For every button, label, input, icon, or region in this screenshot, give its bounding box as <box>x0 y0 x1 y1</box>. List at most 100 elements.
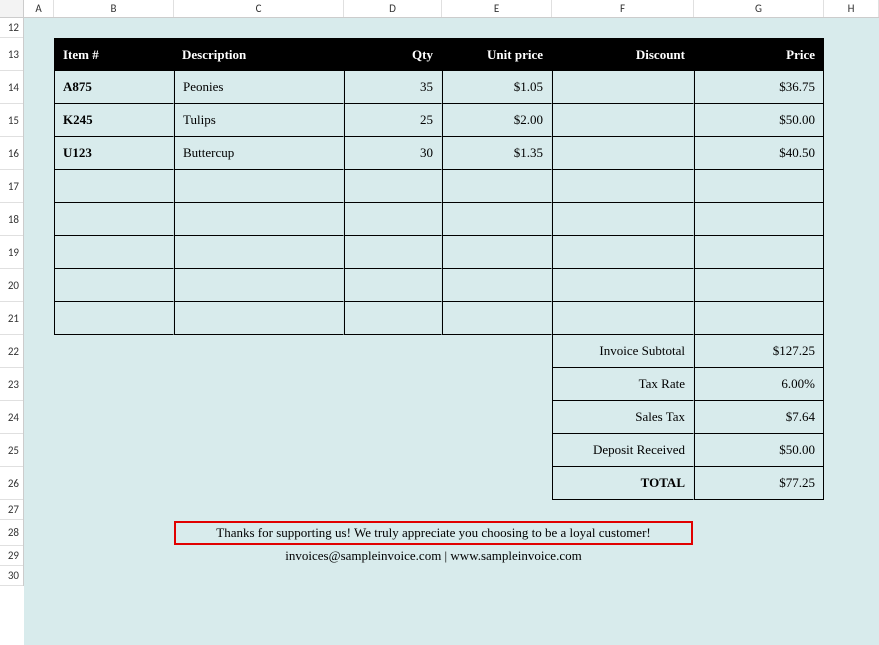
cell[interactable] <box>174 335 344 368</box>
row-header[interactable]: 17 <box>0 170 23 203</box>
header-description[interactable]: Description <box>174 38 344 71</box>
price-cell[interactable] <box>694 269 824 302</box>
col-header-C[interactable]: C <box>174 0 344 17</box>
cell[interactable] <box>24 71 54 104</box>
description-cell[interactable]: Tulips <box>174 104 344 137</box>
qty-cell[interactable] <box>344 269 442 302</box>
row-header[interactable]: 26 <box>0 467 23 500</box>
summary-value[interactable]: $127.25 <box>694 335 824 368</box>
cell[interactable] <box>824 269 879 302</box>
summary-label[interactable]: Tax Rate <box>552 368 694 401</box>
cell[interactable] <box>24 302 54 335</box>
cell[interactable] <box>24 368 54 401</box>
row-header[interactable]: 18 <box>0 203 23 236</box>
cell[interactable] <box>344 335 442 368</box>
col-header-F[interactable]: F <box>552 0 694 17</box>
cell[interactable] <box>824 546 879 566</box>
discount-cell[interactable] <box>552 302 694 335</box>
cell[interactable] <box>824 520 879 546</box>
cell[interactable] <box>54 467 174 500</box>
cell[interactable] <box>24 137 54 170</box>
cell[interactable] <box>824 18 879 38</box>
unit-price-cell[interactable] <box>442 203 552 236</box>
price-cell[interactable]: $36.75 <box>694 71 824 104</box>
row-header[interactable]: 16 <box>0 137 23 170</box>
col-header-H[interactable]: H <box>824 0 879 17</box>
cell[interactable] <box>24 38 54 71</box>
cell[interactable] <box>824 236 879 269</box>
col-header-E[interactable]: E <box>442 0 552 17</box>
row-header[interactable]: 22 <box>0 335 23 368</box>
qty-cell[interactable] <box>344 170 442 203</box>
cell[interactable] <box>694 520 824 546</box>
cell[interactable] <box>824 203 879 236</box>
header-discount[interactable]: Discount <box>552 38 694 71</box>
select-all-corner[interactable] <box>0 0 24 17</box>
unit-price-cell[interactable] <box>442 236 552 269</box>
cell[interactable] <box>344 467 442 500</box>
cell[interactable] <box>552 500 694 520</box>
item-cell[interactable] <box>54 203 174 236</box>
description-cell[interactable] <box>174 269 344 302</box>
cell[interactable] <box>344 434 442 467</box>
description-cell[interactable] <box>174 170 344 203</box>
item-cell[interactable] <box>54 269 174 302</box>
cell[interactable] <box>54 401 174 434</box>
price-cell[interactable] <box>694 236 824 269</box>
col-header-A[interactable]: A <box>24 0 54 17</box>
cell[interactable] <box>694 546 824 566</box>
description-cell[interactable] <box>174 203 344 236</box>
cell[interactable] <box>174 467 344 500</box>
cell[interactable] <box>54 335 174 368</box>
item-cell[interactable] <box>54 170 174 203</box>
contact-text[interactable]: invoices@sampleinvoice.com | www.samplei… <box>174 546 694 566</box>
discount-cell[interactable] <box>552 236 694 269</box>
cell[interactable] <box>24 566 54 586</box>
col-header-G[interactable]: G <box>694 0 824 17</box>
row-header[interactable]: 21 <box>0 302 23 335</box>
item-cell[interactable] <box>54 302 174 335</box>
summary-label[interactable]: Invoice Subtotal <box>552 335 694 368</box>
worksheet-grid[interactable]: Item # Description Qty Unit price Discou… <box>24 18 879 645</box>
qty-cell[interactable] <box>344 236 442 269</box>
discount-cell[interactable] <box>552 71 694 104</box>
cell[interactable] <box>824 137 879 170</box>
item-cell[interactable]: K245 <box>54 104 174 137</box>
summary-label[interactable]: TOTAL <box>552 467 694 500</box>
cell[interactable] <box>24 434 54 467</box>
cell[interactable] <box>24 467 54 500</box>
cell[interactable] <box>824 368 879 401</box>
cell[interactable] <box>824 170 879 203</box>
row-header[interactable]: 20 <box>0 269 23 302</box>
cell[interactable] <box>24 546 54 566</box>
cell[interactable] <box>824 71 879 104</box>
summary-value[interactable]: $50.00 <box>694 434 824 467</box>
cell[interactable] <box>824 401 879 434</box>
cell[interactable] <box>174 500 344 520</box>
price-cell[interactable]: $50.00 <box>694 104 824 137</box>
row-header[interactable]: 14 <box>0 71 23 104</box>
cell[interactable] <box>824 335 879 368</box>
row-header[interactable]: 30 <box>0 566 23 586</box>
summary-value[interactable]: $7.64 <box>694 401 824 434</box>
cell[interactable] <box>442 18 552 38</box>
cell[interactable] <box>824 104 879 137</box>
unit-price-cell[interactable] <box>442 170 552 203</box>
cell[interactable] <box>344 18 442 38</box>
item-cell[interactable]: U123 <box>54 137 174 170</box>
cell[interactable] <box>824 434 879 467</box>
row-header[interactable]: 12 <box>0 18 23 38</box>
qty-cell[interactable] <box>344 203 442 236</box>
cell[interactable] <box>442 368 552 401</box>
cell[interactable] <box>442 500 552 520</box>
cell[interactable] <box>54 520 174 546</box>
price-cell[interactable] <box>694 302 824 335</box>
cell[interactable] <box>174 368 344 401</box>
cell[interactable] <box>824 467 879 500</box>
cell[interactable] <box>174 401 344 434</box>
discount-cell[interactable] <box>552 104 694 137</box>
unit-price-cell[interactable]: $1.05 <box>442 71 552 104</box>
cell[interactable] <box>344 368 442 401</box>
cell[interactable] <box>54 18 174 38</box>
col-header-D[interactable]: D <box>344 0 442 17</box>
